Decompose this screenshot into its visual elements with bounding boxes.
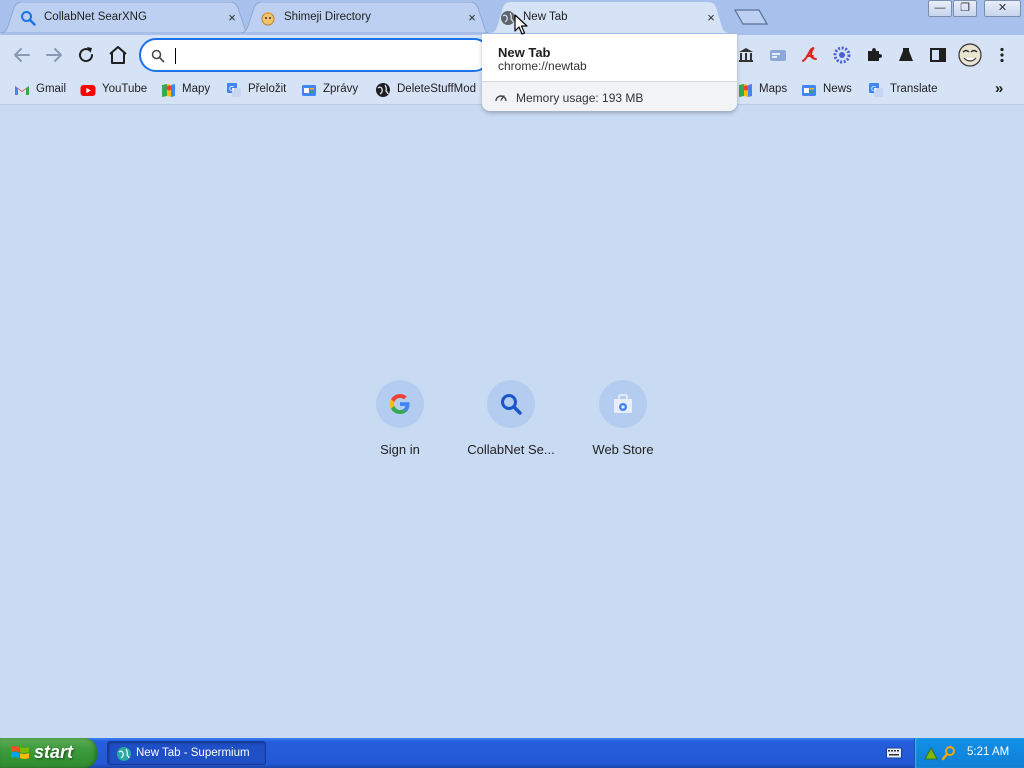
hover-card-title: New Tab <box>498 45 551 60</box>
profile-avatar[interactable] <box>958 43 982 67</box>
search-icon <box>21 11 36 26</box>
address-bar[interactable] <box>139 38 491 72</box>
news-icon <box>802 85 816 96</box>
flask-icon[interactable] <box>896 45 916 65</box>
bookmark-label: Maps <box>759 83 788 95</box>
tab-collabnet-searxng[interactable]: CollabNet SearXNG × <box>0 2 248 33</box>
back-button[interactable] <box>10 43 34 67</box>
sidepanel-icon[interactable] <box>928 45 948 65</box>
svg-text:G: G <box>229 85 234 93</box>
adobe-icon[interactable] <box>800 45 820 65</box>
start-button[interactable]: start <box>0 738 97 768</box>
youtube-icon <box>80 85 96 96</box>
close-icon[interactable]: × <box>464 10 480 26</box>
shortcut-icon-circle <box>487 380 535 428</box>
tab-title: New Tab <box>523 11 568 23</box>
system-tray: 5:21 AM <box>914 738 1024 768</box>
library-icon[interactable] <box>736 45 756 65</box>
forward-button[interactable] <box>42 43 66 67</box>
bookmark-label: YouTube <box>102 83 148 95</box>
shimeji-icon <box>261 12 275 26</box>
shortcut-collabnet-searxng[interactable]: CollabNet Se... <box>455 380 567 470</box>
taskbar: start New Tab - Supermium 5:21 AM <box>0 738 1024 768</box>
search-icon <box>151 49 165 63</box>
new-tab-button[interactable] <box>733 6 771 28</box>
taskbar-window-button[interactable]: New Tab - Supermium <box>107 741 266 765</box>
shortcut-label: Sign in <box>380 442 420 457</box>
network-icon[interactable] <box>923 745 939 761</box>
tab-hover-card: New Tab chrome://newtab Memory usage: 19… <box>482 34 737 111</box>
news-icon <box>302 85 316 96</box>
shortcut-icon-circle <box>376 380 424 428</box>
bookmark-label: Zprávy <box>323 83 359 95</box>
maps-icon <box>162 84 175 97</box>
reload-button[interactable] <box>74 43 98 67</box>
globe-icon <box>376 83 390 97</box>
keyboard-icon[interactable] <box>886 746 902 760</box>
bookmark-label: Gmail <box>36 83 67 95</box>
new-tab-page: Sign in CollabNet Se... Web Store <box>0 106 1024 738</box>
supermium-icon <box>117 747 131 761</box>
gmail-icon <box>15 86 29 95</box>
shortcut-label: Web Store <box>592 442 654 457</box>
memory-gauge-icon <box>495 95 507 102</box>
bookmark-label: Translate <box>890 83 938 95</box>
bookmarks-overflow-button[interactable]: » <box>995 80 1003 97</box>
address-input[interactable] <box>173 44 473 66</box>
puzzle-icon[interactable] <box>864 45 884 65</box>
more-icon[interactable] <box>992 45 1012 65</box>
shortcut-web-store[interactable]: Web Store <box>567 380 679 470</box>
webstore-icon <box>614 394 632 413</box>
shortcut-label: CollabNet Se... <box>467 442 555 457</box>
bookmark-label: Mapy <box>182 83 211 95</box>
bookmark-label: News <box>823 83 852 95</box>
tab-shimeji-directory[interactable]: Shimeji Directory × <box>240 2 488 33</box>
maps-icon <box>739 84 752 97</box>
close-icon[interactable]: × <box>224 10 240 26</box>
start-label: start <box>34 742 74 762</box>
gear-extension-icon[interactable] <box>832 45 852 65</box>
bookmark-label: Přeložit <box>248 83 287 95</box>
shortcut-icon-circle <box>599 380 647 428</box>
translate-icon: G <box>869 83 883 97</box>
memory-usage-text: Memory usage: 193 MB <box>516 91 644 105</box>
card-icon[interactable] <box>768 45 788 65</box>
translate-icon: G <box>227 83 241 97</box>
tab-strip: CollabNet SearXNG × Shimeji Directory × … <box>0 0 1024 35</box>
google-icon <box>390 394 410 414</box>
minimize-button[interactable]: — <box>928 0 952 17</box>
tab-title: Shimeji Directory <box>284 11 371 23</box>
text-caret <box>175 48 176 64</box>
mouse-cursor-icon <box>514 14 528 35</box>
shortcut-sign-in[interactable]: Sign in <box>344 380 456 470</box>
clock[interactable]: 5:21 AM <box>967 746 1009 758</box>
restore-button[interactable]: ❐ <box>953 0 977 17</box>
home-button[interactable] <box>106 43 130 67</box>
tab-title: CollabNet SearXNG <box>44 11 147 23</box>
close-window-button[interactable]: ✕ <box>984 0 1021 17</box>
close-icon[interactable]: × <box>703 10 719 26</box>
search-icon <box>501 394 522 415</box>
windows-flag-icon <box>11 746 29 759</box>
svg-text:G: G <box>871 85 876 93</box>
search-tray-icon[interactable] <box>941 745 957 761</box>
bookmark-label: DeleteStuffMod <box>397 83 477 95</box>
taskbar-window-label: New Tab - Supermium <box>136 747 250 759</box>
hover-card-footer: Memory usage: 193 MB <box>482 81 737 111</box>
hover-card-url: chrome://newtab <box>498 59 587 73</box>
